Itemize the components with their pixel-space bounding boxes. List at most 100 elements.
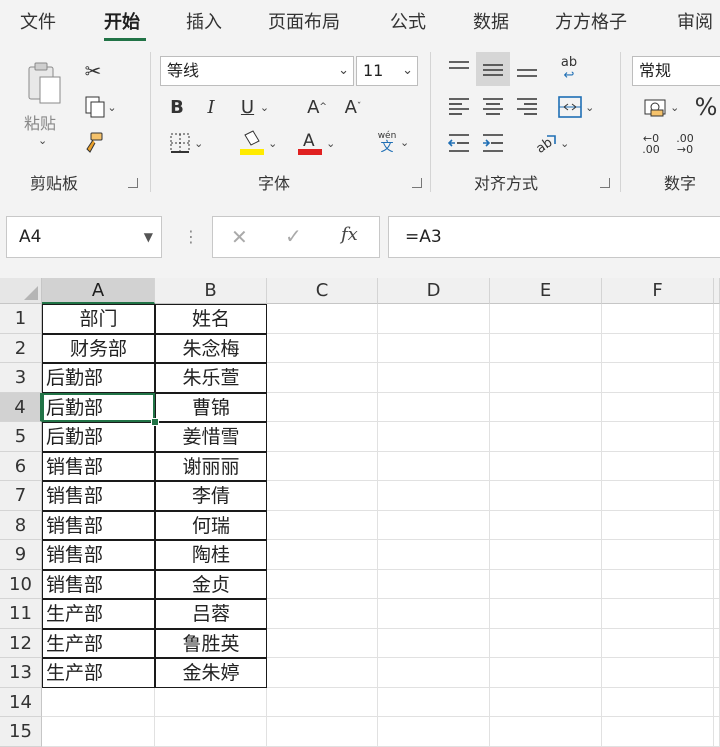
copy-icon[interactable]: ⌄ (80, 94, 120, 120)
fill-handle[interactable] (151, 418, 159, 426)
cell-f10[interactable] (602, 569, 714, 599)
cell-a14[interactable] (42, 687, 155, 717)
cell-c8[interactable] (267, 510, 378, 540)
row-header-5[interactable]: 5 (0, 422, 42, 452)
cell-a8[interactable]: 销售部 (42, 510, 155, 540)
paste-icon[interactable] (22, 60, 66, 108)
cell-a10[interactable]: 销售部 (42, 569, 155, 599)
italic-icon[interactable]: I (200, 94, 222, 120)
cell-a3[interactable]: 后勤部 (42, 363, 155, 393)
cell-f5[interactable] (602, 422, 714, 452)
cell-g2[interactable] (714, 333, 720, 363)
cell-g7[interactable] (714, 481, 720, 511)
cell-c2[interactable] (267, 333, 378, 363)
cell-c1[interactable] (267, 304, 378, 334)
cell-e2[interactable] (490, 333, 602, 363)
decrease-indent-icon[interactable] (446, 130, 472, 156)
row-header-10[interactable]: 10 (0, 569, 42, 599)
increase-indent-icon[interactable] (480, 130, 506, 156)
accounting-format-icon[interactable]: ⌄ (636, 94, 686, 120)
row-header-1[interactable]: 1 (0, 304, 42, 334)
increase-font-icon[interactable]: A ^ (304, 94, 330, 120)
cell-a5[interactable]: 后勤部 (42, 422, 155, 452)
cell-b12[interactable]: 鲁胜英 (155, 628, 267, 658)
cell-e15[interactable] (490, 717, 602, 747)
cell-a7[interactable]: 销售部 (42, 481, 155, 511)
cell-g9[interactable] (714, 540, 720, 570)
row-header-8[interactable]: 8 (0, 510, 42, 540)
cell-e3[interactable] (490, 363, 602, 393)
orientation-icon[interactable]: ab ⌄ (526, 130, 576, 156)
column-header-f[interactable]: F (602, 278, 714, 304)
merge-center-icon[interactable]: ⌄ (550, 94, 602, 120)
row-header-14[interactable]: 14 (0, 687, 42, 717)
cell-g11[interactable] (714, 599, 720, 629)
increase-decimal-icon[interactable]: ←0.00 (636, 130, 666, 158)
align-center-icon[interactable] (480, 94, 506, 120)
row-header-15[interactable]: 15 (0, 717, 42, 747)
cell-g14[interactable] (714, 687, 720, 717)
cell-c5[interactable] (267, 422, 378, 452)
row-header-11[interactable]: 11 (0, 599, 42, 629)
tab-home[interactable]: 开始 (104, 8, 140, 34)
cell-b1[interactable]: 姓名 (155, 304, 267, 334)
cell-c12[interactable] (267, 628, 378, 658)
cell-a11[interactable]: 生产部 (42, 599, 155, 629)
spreadsheet-grid[interactable]: A B C D E F 1 部门 姓名 2 财务部 朱念梅 3 后勤部 朱乐萱 4 后勤部 曹锦 5 后勤部 姜惜雪 6 销… (0, 278, 720, 747)
cell-c4[interactable] (267, 392, 378, 422)
cell-d9[interactable] (378, 540, 490, 570)
cell-g10[interactable] (714, 569, 720, 599)
decrease-font-icon[interactable]: Aˇ (340, 94, 366, 120)
cell-d15[interactable] (378, 717, 490, 747)
cell-b10[interactable]: 金贞 (155, 569, 267, 599)
cell-e5[interactable] (490, 422, 602, 452)
format-painter-icon[interactable] (80, 130, 106, 156)
font-size-select[interactable]: 11 ⌄ (356, 56, 418, 86)
cell-b11[interactable]: 吕蓉 (155, 599, 267, 629)
cell-e12[interactable] (490, 628, 602, 658)
cell-c3[interactable] (267, 363, 378, 393)
cell-f1[interactable] (602, 304, 714, 334)
cell-b9[interactable]: 陶桂 (155, 540, 267, 570)
tab-file[interactable]: 文件 (20, 8, 56, 34)
cell-a1[interactable]: 部门 (42, 304, 155, 334)
cell-d8[interactable] (378, 510, 490, 540)
cut-icon[interactable]: ✂ (80, 58, 106, 84)
column-header-a[interactable]: A (42, 278, 155, 304)
row-header-2[interactable]: 2 (0, 333, 42, 363)
cell-d6[interactable] (378, 451, 490, 481)
cell-d7[interactable] (378, 481, 490, 511)
cell-e13[interactable] (490, 658, 602, 688)
cell-f8[interactable] (602, 510, 714, 540)
cell-b7[interactable]: 李倩 (155, 481, 267, 511)
column-header-d[interactable]: D (378, 278, 490, 304)
cell-e1[interactable] (490, 304, 602, 334)
cell-e4[interactable] (490, 392, 602, 422)
cell-f4[interactable] (602, 392, 714, 422)
row-header-12[interactable]: 12 (0, 628, 42, 658)
cell-f9[interactable] (602, 540, 714, 570)
cell-e9[interactable] (490, 540, 602, 570)
font-color-icon[interactable]: A ⌄ (292, 128, 340, 158)
name-box[interactable]: A4 ▼ (6, 216, 162, 258)
tab-review[interactable]: 审阅 (677, 8, 713, 34)
cell-f7[interactable] (602, 481, 714, 511)
column-header-e[interactable]: E (490, 278, 602, 304)
align-middle-icon[interactable] (476, 52, 510, 86)
cell-a2[interactable]: 财务部 (42, 333, 155, 363)
cell-f11[interactable] (602, 599, 714, 629)
cell-d12[interactable] (378, 628, 490, 658)
align-bottom-icon[interactable] (514, 56, 540, 82)
cell-f2[interactable] (602, 333, 714, 363)
percent-icon[interactable]: % (692, 92, 720, 122)
cell-f15[interactable] (602, 717, 714, 747)
tab-fangfang[interactable]: 方方格子 (555, 8, 627, 34)
cell-e11[interactable] (490, 599, 602, 629)
align-left-icon[interactable] (446, 94, 472, 120)
row-header-6[interactable]: 6 (0, 451, 42, 481)
formula-input[interactable]: =A3 (388, 216, 720, 258)
cell-g8[interactable] (714, 510, 720, 540)
paste-label[interactable]: 粘贴 (24, 110, 56, 134)
cell-d5[interactable] (378, 422, 490, 452)
cell-f12[interactable] (602, 628, 714, 658)
